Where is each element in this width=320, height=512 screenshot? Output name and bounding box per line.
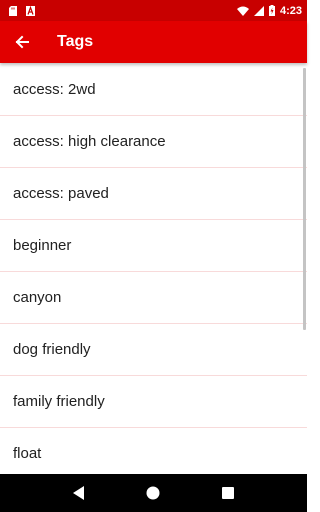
tag-label: float — [13, 445, 42, 462]
status-bar: 4:23 — [0, 0, 307, 21]
status-right: 4:23 — [232, 5, 302, 17]
tag-label: family friendly — [13, 393, 105, 410]
tag-label: dog friendly — [13, 341, 91, 358]
wifi-icon — [236, 6, 249, 16]
system-nav-bar — [0, 474, 307, 512]
home-circle-icon — [146, 486, 160, 500]
arrow-back-icon — [15, 35, 29, 49]
tag-item-dog-friendly[interactable]: dog friendly — [0, 324, 307, 376]
back-button[interactable] — [0, 21, 44, 63]
alert-a-icon — [26, 5, 35, 16]
sd-card-icon — [9, 5, 17, 16]
tag-label: beginner — [13, 237, 72, 254]
tag-label: access: 2wd — [13, 81, 96, 98]
list-scrollbar[interactable] — [303, 68, 306, 330]
tag-list[interactable]: access: 2wd access: high clearance acces… — [0, 64, 307, 474]
nav-back-button[interactable] — [64, 478, 94, 508]
nav-home-button[interactable] — [138, 478, 168, 508]
tag-label: access: high clearance — [13, 133, 166, 150]
page-title: Tags — [57, 33, 94, 50]
tag-label: access: paved — [13, 185, 109, 202]
battery-charging-icon — [268, 5, 275, 16]
tag-item-canyon[interactable]: canyon — [0, 272, 307, 324]
recents-square-icon — [221, 487, 234, 499]
back-triangle-icon — [73, 486, 85, 500]
tag-label: canyon — [13, 289, 62, 306]
tag-item-access-paved[interactable]: access: paved — [0, 168, 307, 220]
tag-item-beginner[interactable]: beginner — [0, 220, 307, 272]
tag-item-access-high-clearance[interactable]: access: high clearance — [0, 116, 307, 168]
status-left — [9, 5, 44, 16]
nav-recents-button[interactable] — [213, 478, 243, 508]
signal-icon — [253, 5, 264, 16]
tag-item-access-2wd[interactable]: access: 2wd — [0, 64, 307, 116]
status-time: 4:23 — [279, 4, 302, 17]
app-bar: Tags — [0, 21, 307, 63]
tag-item-family-friendly[interactable]: family friendly — [0, 376, 307, 428]
tag-item-float[interactable]: float — [0, 428, 307, 474]
